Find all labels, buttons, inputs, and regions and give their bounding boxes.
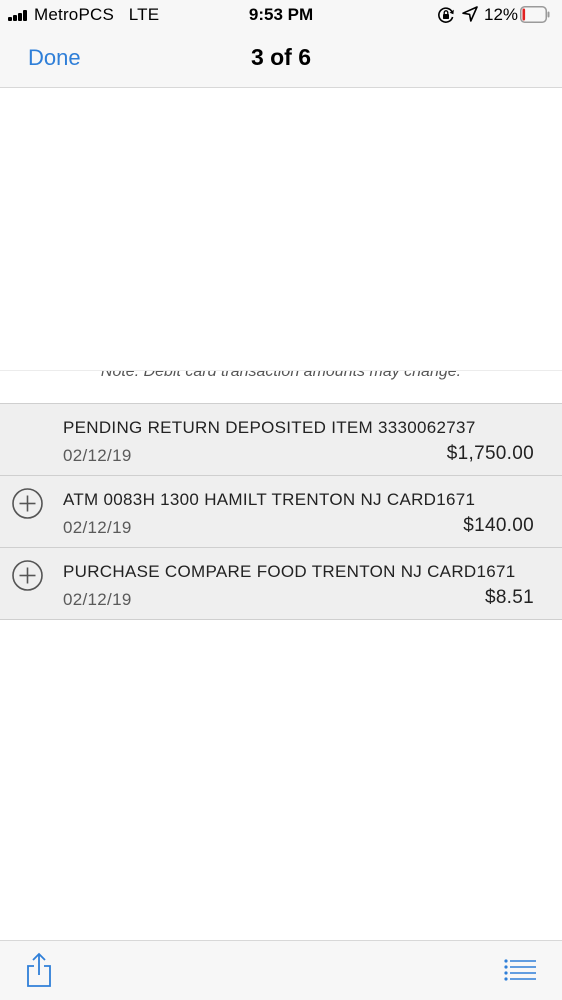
share-icon[interactable] (25, 952, 53, 988)
battery-icon (520, 6, 550, 23)
transaction-row[interactable]: ATM 0083H 1300 HAMILT TRENTON NJ CARD167… (0, 475, 562, 547)
status-bar: MetroPCS LTE 9:53 PM 12% (0, 0, 562, 30)
transaction-date: 02/12/19 (63, 446, 132, 465)
statement-document: Note: Debit card transaction amounts may… (0, 88, 562, 940)
transaction-amount: $140.00 (463, 515, 534, 536)
rotation-lock-icon (438, 7, 454, 23)
transaction-description: PURCHASE COMPARE FOOD TRENTON NJ CARD167… (63, 562, 516, 581)
transaction-description: PENDING RETURN DEPOSITED ITEM 3330062737 (63, 418, 476, 437)
expand-plus-icon[interactable] (12, 488, 43, 519)
note-banner: Note: Debit card transaction amounts may… (0, 370, 562, 386)
transaction-date: 02/12/19 (63, 518, 132, 537)
page-counter: 3 of 6 (250, 44, 312, 70)
expand-plus-icon[interactable] (12, 560, 43, 591)
transaction-row[interactable]: PENDING RETURN DEPOSITED ITEM 3330062737… (0, 403, 562, 475)
bottom-toolbar (0, 940, 562, 1000)
screen: MetroPCS LTE 9:53 PM 12% Done 3 of 6 Not… (0, 0, 562, 1000)
transaction-date: 02/12/19 (63, 590, 132, 609)
transaction-amount: $8.51 (484, 587, 534, 608)
transaction-description: ATM 0083H 1300 HAMILT TRENTON NJ CARD167… (63, 490, 476, 509)
location-arrow-icon (462, 6, 478, 22)
list-icon[interactable] (504, 959, 536, 981)
transaction-list: PENDING RETURN DEPOSITED ITEM 3330062737… (0, 403, 562, 620)
battery-percent: 12% (484, 5, 519, 24)
transaction-row[interactable]: PURCHASE COMPARE FOOD TRENTON NJ CARD167… (0, 547, 562, 620)
battery-fill (522, 8, 526, 21)
navigation-bar: Done 3 of 6 (0, 30, 562, 88)
note-text: Note: Debit card transaction amounts may… (100, 370, 462, 380)
transaction-amount: $1,750.00 (446, 443, 534, 464)
